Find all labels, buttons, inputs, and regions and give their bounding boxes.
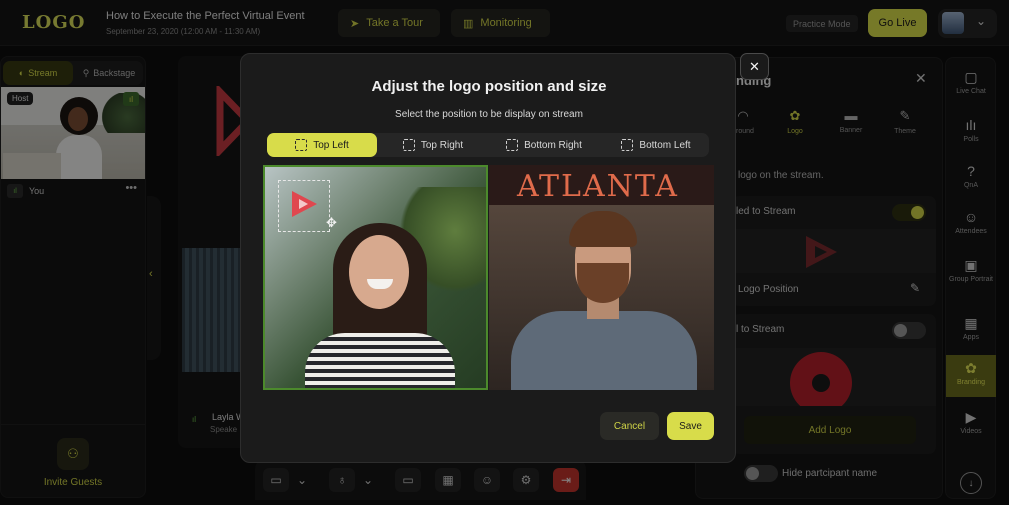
save-button[interactable]: Save: [667, 412, 714, 440]
position-label: Top Right: [421, 140, 463, 151]
corner-bracket-icon: [403, 139, 415, 151]
modal-title: Adjust the logo position and size: [241, 78, 737, 95]
position-top-right[interactable]: Top Right: [385, 133, 481, 157]
corner-bracket-icon: [621, 139, 633, 151]
position-bottom-left[interactable]: Bottom Left: [603, 133, 709, 157]
cancel-button[interactable]: Cancel: [600, 412, 659, 440]
corner-bracket-icon: [506, 139, 518, 151]
corner-bracket-icon: [295, 139, 307, 151]
preview-tile-right: ATLANTA: [489, 165, 714, 390]
position-label: Bottom Right: [524, 140, 582, 151]
close-icon[interactable]: ✕: [740, 53, 769, 80]
stream-preview: ✥ ATLANTA: [263, 165, 714, 390]
position-bottom-right[interactable]: Bottom Right: [489, 133, 599, 157]
position-selector: Top Left Top Right Bottom Right Bottom L…: [267, 133, 709, 157]
neon-sign-text: ATLANTA: [517, 169, 679, 204]
position-label: Bottom Left: [639, 140, 690, 151]
app-root: LOGO How to Execute the Perfect Virtual …: [0, 0, 1009, 505]
position-label: Top Left: [313, 140, 349, 151]
modal-subtitle: Select the position to be display on str…: [241, 109, 737, 120]
logo-position-modal: Adjust the logo position and size Select…: [240, 53, 736, 463]
move-handle-icon[interactable]: ✥: [326, 215, 337, 231]
draggable-logo-box[interactable]: ✥: [278, 180, 330, 232]
logo-mark-icon: [289, 189, 319, 219]
preview-tile-left: ✥: [263, 165, 488, 390]
position-top-left[interactable]: Top Left: [267, 133, 377, 157]
